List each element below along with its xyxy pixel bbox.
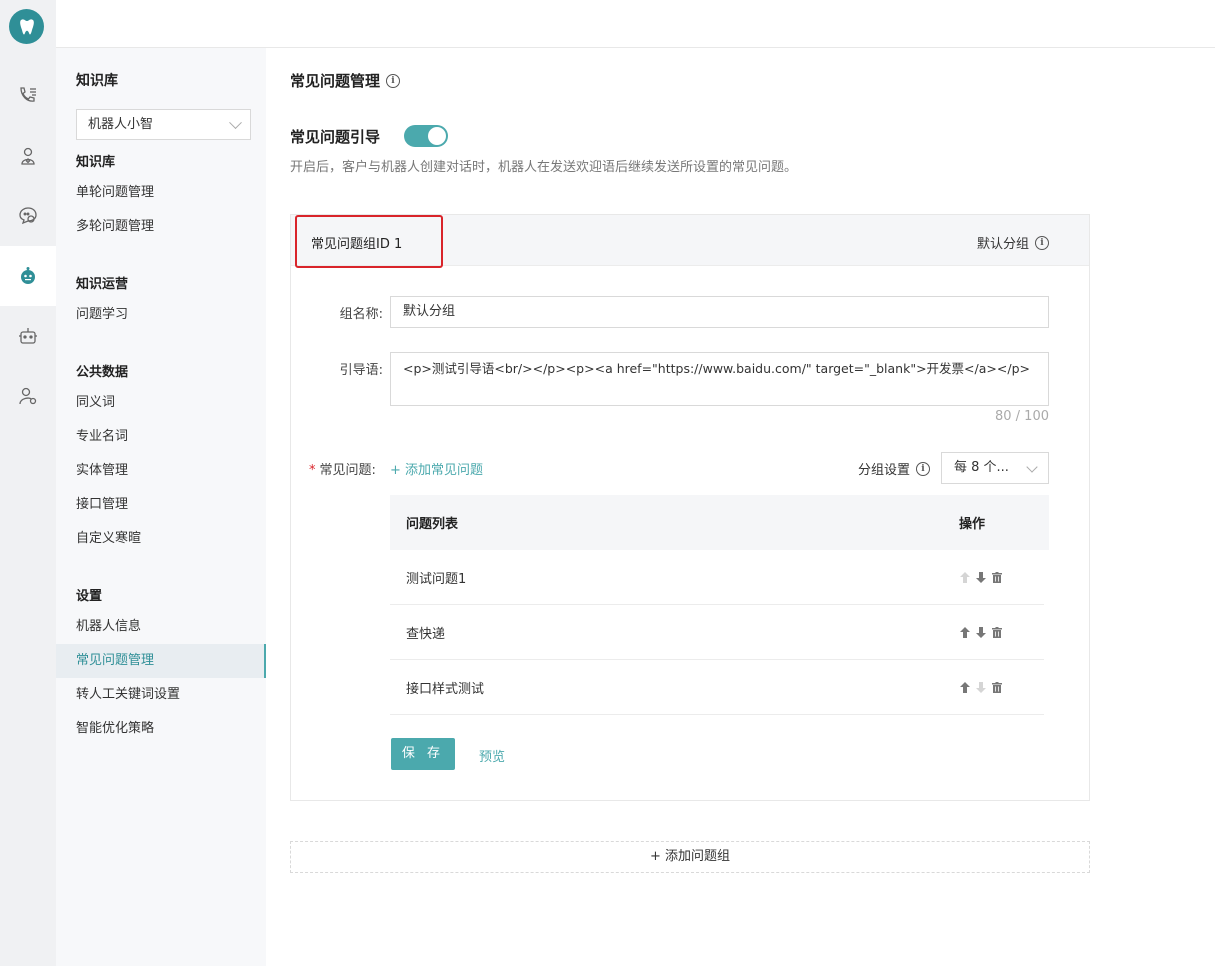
arrow-down-icon[interactable] bbox=[976, 682, 986, 693]
nav-item-entities[interactable]: 实体管理 bbox=[56, 454, 266, 488]
nav-group-label: 公共数据 bbox=[76, 365, 129, 380]
save-button[interactable]: 保 存 bbox=[391, 738, 455, 770]
group-header: 常见问题组ID 1 默认分组 i bbox=[291, 215, 1089, 268]
arrow-up-icon[interactable] bbox=[960, 627, 970, 638]
icon-rail bbox=[0, 0, 56, 966]
nav-item-single-turn[interactable]: 单轮问题管理 bbox=[56, 176, 266, 210]
page-title-text: 常见问题管理 bbox=[290, 72, 381, 90]
trash-icon[interactable] bbox=[992, 627, 1002, 638]
main-content: 常见问题管理 i 常见问题引导 开启后，客户与机器人创建对话时，机器人在发送欢迎… bbox=[266, 48, 1215, 966]
bot-select[interactable]: 机器人小智 bbox=[76, 109, 251, 140]
nav-item-bot-info[interactable]: 机器人信息 bbox=[56, 610, 266, 644]
nav-group-label: 知识库 bbox=[76, 155, 116, 170]
row-actions bbox=[960, 572, 1002, 583]
info-icon[interactable]: i bbox=[386, 73, 401, 88]
group-name-label: 组名称: bbox=[339, 307, 383, 322]
chat-settings-icon[interactable] bbox=[0, 186, 56, 246]
nav-item-multi-turn[interactable]: 多轮问题管理 bbox=[56, 210, 266, 244]
info-icon[interactable]: i bbox=[1035, 235, 1049, 250]
trash-icon[interactable] bbox=[992, 572, 1002, 583]
nav-item-synonyms[interactable]: 同义词 bbox=[56, 386, 266, 420]
user-heart-icon[interactable] bbox=[0, 126, 56, 186]
default-group-label: 默认分组 i bbox=[977, 233, 1049, 252]
info-icon[interactable]: i bbox=[916, 461, 931, 476]
preview-link[interactable]: 预览 bbox=[479, 746, 505, 765]
faq-group-card: 常见问题组ID 1 默认分组 i 组名称: 默认分组 引导语: <p>测试引导语… bbox=[290, 214, 1090, 801]
table-row: 接口样式测试 bbox=[390, 660, 1044, 715]
table-header: 问题列表 操作 bbox=[390, 495, 1049, 550]
question-text: 接口样式测试 bbox=[406, 682, 485, 697]
add-faq-button[interactable]: + 添加常见问题 bbox=[390, 459, 483, 478]
chevron-down-icon bbox=[229, 116, 242, 130]
arrow-down-icon[interactable] bbox=[976, 627, 986, 638]
bot-select-value: 机器人小智 bbox=[88, 117, 154, 132]
nav-item-question-learning[interactable]: 问题学习 bbox=[56, 298, 266, 332]
faq-guide-row: 常见问题引导 bbox=[290, 125, 449, 147]
phone-list-icon[interactable] bbox=[0, 66, 56, 126]
per-group-select[interactable]: 每 8 个... bbox=[941, 452, 1049, 484]
guide-text-label: 引导语: bbox=[339, 363, 383, 378]
add-group-button[interactable]: + 添加问题组 bbox=[290, 841, 1090, 873]
default-group-text: 默认分组 bbox=[976, 237, 1029, 252]
row-actions bbox=[960, 682, 1002, 693]
table-row: 测试问题1 bbox=[390, 550, 1044, 605]
guide-text-textarea[interactable]: <p>测试引导语<br/></p><p><a href="https://www… bbox=[390, 352, 1049, 406]
nav-item-faq-management[interactable]: 常见问题管理 bbox=[56, 644, 266, 678]
robot-icon[interactable] bbox=[0, 246, 56, 306]
nav-group-label: 知识运营 bbox=[76, 277, 129, 292]
nav-item-transfer-keywords[interactable]: 转人工关键词设置 bbox=[56, 678, 266, 712]
highlight-annotation bbox=[295, 215, 443, 268]
nav-item-terms[interactable]: 专业名词 bbox=[56, 420, 266, 454]
sidebar-title: 知识库 bbox=[76, 73, 118, 89]
trash-icon[interactable] bbox=[992, 682, 1002, 693]
column-header-actions: 操作 bbox=[959, 517, 986, 532]
toggle-knob bbox=[428, 127, 447, 145]
arrow-up-icon[interactable] bbox=[960, 682, 970, 693]
per-group-value: 每 8 个... bbox=[954, 460, 1009, 475]
toggle-description: 开启后，客户与机器人创建对话时，机器人在发送欢迎语后继续发送所设置的常见问题。 bbox=[290, 160, 798, 175]
group-name-input[interactable]: 默认分组 bbox=[390, 296, 1049, 328]
question-text: 查快递 bbox=[406, 627, 446, 642]
nav-group-label: 设置 bbox=[76, 589, 103, 604]
tooth-logo-icon[interactable] bbox=[9, 9, 44, 44]
char-counter: 80 / 100 bbox=[995, 409, 1049, 424]
table-row: 查快递 bbox=[390, 605, 1044, 660]
page-title: 常见问题管理 i bbox=[290, 70, 401, 91]
top-bar bbox=[56, 0, 1215, 48]
row-actions bbox=[960, 627, 1002, 638]
question-text: 测试问题1 bbox=[406, 572, 467, 587]
arrow-down-icon[interactable] bbox=[976, 572, 986, 583]
group-setting: 分组设置 i bbox=[858, 459, 931, 478]
faq-guide-toggle[interactable] bbox=[404, 125, 449, 147]
faq-label: * 常见问题: bbox=[309, 463, 376, 478]
group-setting-label: 分组设置 bbox=[858, 463, 911, 478]
faq-table: 问题列表 操作 测试问题1 查快递 接口样式测试 bbox=[390, 495, 1049, 715]
user-settings-icon[interactable] bbox=[0, 366, 56, 426]
toggle-label: 常见问题引导 bbox=[290, 127, 381, 146]
column-header-questions: 问题列表 bbox=[406, 517, 459, 532]
bot-icon[interactable] bbox=[0, 306, 56, 366]
faq-label-text: 常见问题: bbox=[319, 463, 376, 478]
nav-item-custom-chitchat[interactable]: 自定义寒暄 bbox=[56, 522, 266, 556]
knowledge-sidebar: 知识库 机器人小智 知识库 单轮问题管理 多轮问题管理 知识运营 问题学习 公共… bbox=[56, 48, 266, 966]
arrow-up-icon[interactable] bbox=[960, 572, 970, 583]
nav-item-interfaces[interactable]: 接口管理 bbox=[56, 488, 266, 522]
nav-item-optimization[interactable]: 智能优化策略 bbox=[56, 712, 266, 746]
chevron-down-icon bbox=[1026, 461, 1038, 473]
